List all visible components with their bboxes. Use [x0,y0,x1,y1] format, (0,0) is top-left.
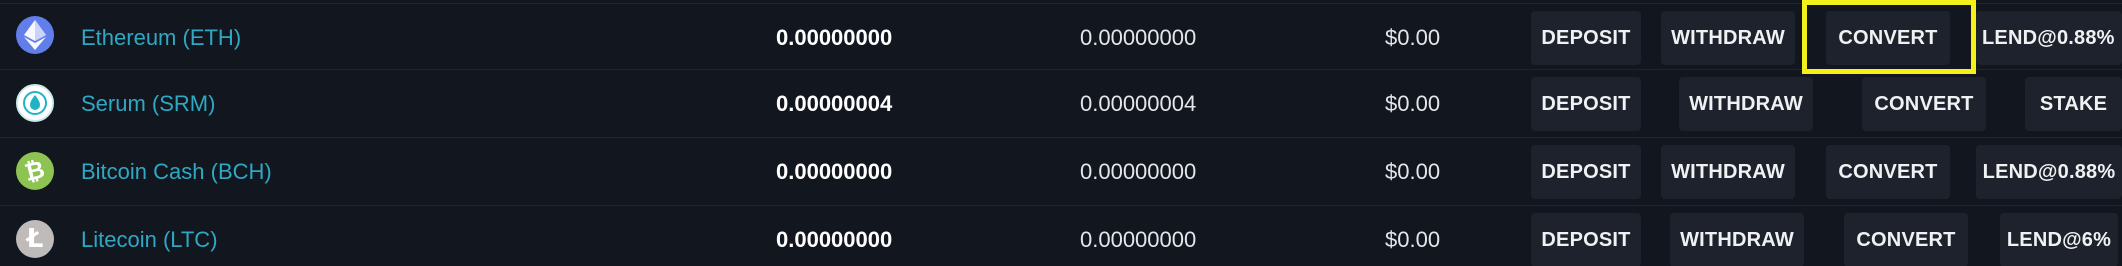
deposit-button[interactable]: DEPOSIT [1531,11,1641,65]
lend-button[interactable]: LEND@0.88% [1976,11,2122,65]
usd-value: $0.00 [1385,159,1441,184]
withdraw-button[interactable]: WITHDRAW [1670,213,1804,266]
available-balance: 0.00000004 [1080,91,1197,116]
available-balance: 0.00000000 [1080,25,1197,50]
bitcoin-cash-icon: ₿ [16,152,54,190]
available-balance: 0.00000000 [1080,227,1197,252]
lend-button[interactable]: LEND@6% [2000,213,2118,266]
coin-name-link[interactable]: Serum (SRM) [81,91,215,117]
stake-button[interactable]: STAKE [2025,77,2122,131]
ethereum-icon [16,16,54,54]
deposit-button[interactable]: DEPOSIT [1531,213,1641,266]
coin-name-link[interactable]: Bitcoin Cash (BCH) [81,159,272,185]
withdraw-button[interactable]: WITHDRAW [1679,77,1813,131]
table-row: Ł Litecoin (LTC) 0.00000000 0.00000000 $… [0,205,2122,266]
table-row: ₿ Bitcoin Cash (BCH) 0.00000000 0.000000… [0,137,2122,205]
usd-value: $0.00 [1385,25,1441,50]
balances-table: Ethereum (ETH) 0.00000000 0.00000000 $0.… [0,0,2122,266]
total-balance: 0.00000000 [776,25,893,50]
convert-button[interactable]: CONVERT [1826,11,1950,65]
table-row: Serum (SRM) 0.00000004 0.00000004 $0.00 … [0,69,2122,137]
coin-name-link[interactable]: Litecoin (LTC) [81,227,218,253]
table-row: Ethereum (ETH) 0.00000000 0.00000000 $0.… [0,3,2122,71]
lend-button[interactable]: LEND@0.88% [1976,145,2122,199]
available-balance: 0.00000000 [1080,159,1197,184]
total-balance: 0.00000000 [776,227,893,252]
litecoin-icon: Ł [16,220,54,258]
convert-button[interactable]: CONVERT [1826,145,1950,199]
withdraw-button[interactable]: WITHDRAW [1661,145,1795,199]
withdraw-button[interactable]: WITHDRAW [1661,11,1795,65]
usd-value: $0.00 [1385,227,1441,252]
convert-button[interactable]: CONVERT [1862,77,1986,131]
convert-button[interactable]: CONVERT [1844,213,1968,266]
deposit-button[interactable]: DEPOSIT [1531,77,1641,131]
serum-icon [16,84,54,122]
total-balance: 0.00000004 [776,91,893,116]
total-balance: 0.00000000 [776,159,893,184]
usd-value: $0.00 [1385,91,1441,116]
deposit-button[interactable]: DEPOSIT [1531,145,1641,199]
coin-name-link[interactable]: Ethereum (ETH) [81,25,241,51]
